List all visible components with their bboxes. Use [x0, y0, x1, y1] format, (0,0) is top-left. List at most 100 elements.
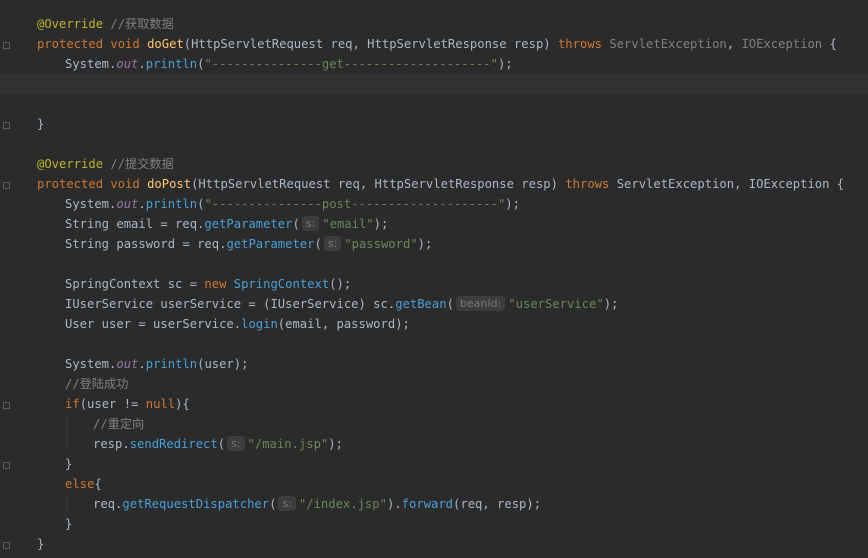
- parameter-hint: s:: [301, 216, 320, 231]
- keyword: protected void: [37, 37, 148, 51]
- keyword: new: [204, 277, 234, 291]
- method-call: getRequestDispatcher: [122, 497, 270, 511]
- code-line[interactable]: System.out.println("---------------get--…: [0, 54, 868, 74]
- code-text: resp.: [93, 437, 130, 451]
- code-text: (: [314, 237, 322, 251]
- code-text: }: [37, 537, 45, 551]
- static-field: out: [116, 197, 139, 211]
- code-line[interactable]: System.out.println("---------------post-…: [0, 194, 868, 214]
- code-text: String password = req.: [65, 237, 227, 251]
- code-text: (: [217, 437, 226, 451]
- code-line[interactable]: @Override //提交数据: [0, 154, 868, 174]
- code-text: (user);: [197, 357, 249, 371]
- code-text: }: [65, 457, 73, 471]
- code-line-current[interactable]: [0, 74, 868, 94]
- method-call: println: [145, 197, 198, 211]
- code-line[interactable]: protected void doPost(HttpServletRequest…: [0, 174, 868, 194]
- string-literal: "---------------get--------------------": [204, 57, 498, 71]
- code-line[interactable]: if(user != null){: [0, 394, 868, 414]
- code-text: }: [37, 117, 45, 131]
- code-text: ,: [726, 37, 742, 51]
- code-text: System.: [65, 357, 117, 371]
- string-literal: "/main.jsp": [247, 437, 329, 451]
- code-text: {: [94, 477, 102, 491]
- code-text: System.: [65, 57, 117, 71]
- comment: //获取数据: [103, 17, 174, 31]
- code-line[interactable]: //登陆成功: [0, 374, 868, 394]
- code-editor[interactable]: @Override //获取数据 protected void doGet(Ht…: [0, 14, 868, 554]
- code-line[interactable]: }: [0, 514, 868, 534]
- parameter-hint: s:: [278, 496, 296, 511]
- code-text: (: [446, 297, 454, 311]
- method-call: SpringContext: [233, 277, 330, 291]
- code-text: (email, password);: [277, 317, 410, 331]
- string-literal: "/index.jsp": [298, 497, 387, 511]
- keyword: if: [65, 397, 80, 411]
- code-text: );: [373, 217, 389, 231]
- code-text: );: [417, 237, 433, 251]
- code-line[interactable]: }: [0, 454, 868, 474]
- method-call: getParameter: [226, 237, 315, 251]
- parameter-hint: s:: [227, 436, 245, 451]
- code-line[interactable]: else{: [0, 474, 868, 494]
- keyword: protected void: [37, 177, 148, 191]
- code-text: (req, resp);: [453, 497, 542, 511]
- code-text: User user = userService.: [65, 317, 242, 331]
- code-text: (: [292, 217, 300, 231]
- code-text: IUserService userService = (IUserService…: [65, 297, 396, 311]
- comment: //提交数据: [103, 157, 174, 171]
- code-line[interactable]: resp.sendRedirect(s: "/main.jsp");: [0, 434, 868, 454]
- code-text: }: [65, 517, 73, 531]
- method-call: forward: [401, 497, 454, 511]
- code-text: ).: [386, 497, 402, 511]
- code-text: );: [328, 437, 343, 451]
- method-call: sendRedirect: [129, 437, 218, 451]
- comment: //重定向: [93, 417, 145, 431]
- code-text: (HttpServletRequest req, HttpServletResp…: [191, 177, 566, 191]
- code-text: ){: [175, 397, 190, 411]
- string-literal: "email": [322, 217, 374, 231]
- code-text: (user !=: [79, 397, 146, 411]
- static-field: out: [116, 57, 139, 71]
- code-line[interactable]: [0, 254, 868, 274]
- annotation: @Override: [37, 17, 104, 31]
- code-text: {: [822, 37, 837, 51]
- code-text: .: [138, 197, 146, 211]
- code-line[interactable]: @Override //获取数据: [0, 14, 868, 34]
- parameter-hint: s:: [323, 236, 342, 251]
- code-text: );: [497, 57, 513, 71]
- code-text: (: [269, 497, 277, 511]
- code-line[interactable]: [0, 94, 868, 114]
- code-text: System.: [65, 197, 117, 211]
- code-line[interactable]: String email = req.getParameter(s: "email…: [0, 214, 868, 234]
- code-line[interactable]: protected void doGet(HttpServletRequest …: [0, 34, 868, 54]
- code-text: SpringContext sc =: [65, 277, 205, 291]
- keyword: null: [145, 397, 176, 411]
- code-line[interactable]: SpringContext sc = new SpringContext();: [0, 274, 868, 294]
- code-line[interactable]: System.out.println(user);: [0, 354, 868, 374]
- method-call: println: [145, 357, 198, 371]
- code-text: ();: [329, 277, 352, 291]
- string-literal: "userService": [508, 297, 604, 311]
- string-literal: "---------------post--------------------…: [204, 197, 506, 211]
- code-text: req.: [93, 497, 123, 511]
- code-line[interactable]: [0, 134, 868, 154]
- exception-type: IOException: [741, 37, 823, 51]
- keyword: throws: [565, 177, 617, 191]
- code-line[interactable]: User user = userService.login(email, pas…: [0, 314, 868, 334]
- code-line[interactable]: [0, 334, 868, 354]
- method-name: doGet: [147, 37, 184, 51]
- code-line[interactable]: req.getRequestDispatcher(s: "/index.jsp")…: [0, 494, 868, 514]
- code-line[interactable]: String password = req.getParameter(s: "pa…: [0, 234, 868, 254]
- comment: //登陆成功: [65, 377, 129, 391]
- code-line[interactable]: }: [0, 534, 868, 554]
- code-text: );: [505, 197, 520, 211]
- method-name: doPost: [147, 177, 192, 191]
- exception-type: ServletException: [609, 37, 727, 51]
- code-text: (HttpServletRequest req, HttpServletResp…: [183, 37, 558, 51]
- code-line[interactable]: IUserService userService = (IUserService…: [0, 294, 868, 314]
- code-text: ServletException, IOException {: [616, 177, 845, 191]
- code-line[interactable]: }: [0, 114, 868, 134]
- code-line[interactable]: //重定向: [0, 414, 868, 434]
- keyword: throws: [557, 37, 610, 51]
